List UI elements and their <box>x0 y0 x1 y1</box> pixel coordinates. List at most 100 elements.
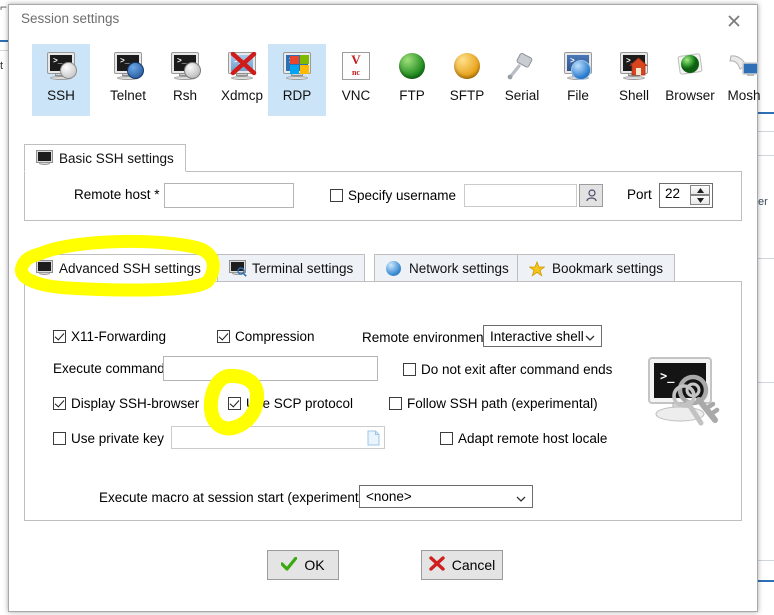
x11-forwarding-label: X11-Forwarding <box>71 329 167 344</box>
cancel-label: Cancel <box>451 557 496 573</box>
tab-network-settings[interactable]: Network settings <box>374 254 521 282</box>
tab-bookmark-settings[interactable]: Bookmark settings <box>517 254 676 282</box>
tab-label: Terminal settings <box>252 261 354 276</box>
remote-host-label: Remote host * <box>74 187 160 202</box>
port-spinner[interactable]: 22 <box>659 183 713 208</box>
bg-divider-1 <box>758 131 774 132</box>
remote-environment-value: Interactive shell <box>490 328 584 344</box>
checkbox-box <box>53 330 66 343</box>
protocol-serial[interactable]: Serial <box>492 44 552 116</box>
protocol-label: SFTP <box>449 88 485 103</box>
macro-value: <none> <box>366 489 412 504</box>
use-scp-protocol-label: Use SCP protocol <box>246 396 354 411</box>
port-up-button[interactable] <box>690 185 710 195</box>
tab-advanced-ssh-settings[interactable]: Advanced SSH settings <box>24 254 213 282</box>
remote-environment-select[interactable]: Interactive shell <box>483 325 602 347</box>
checkbox-box <box>330 189 343 202</box>
protocol-label: Rsh <box>172 88 197 103</box>
bg-left-divider <box>0 50 8 51</box>
globe-icon <box>386 261 403 276</box>
tab-basic-ssh-settings[interactable]: Basic SSH settings <box>24 144 186 172</box>
protocol-mosh[interactable]: Mosh <box>714 44 774 116</box>
protocol-label: Mosh <box>727 88 761 103</box>
protocol-telnet[interactable]: Telnet <box>98 44 158 116</box>
x11-forwarding-checkbox[interactable]: X11-Forwarding <box>53 329 166 344</box>
specify-username-checkbox[interactable]: Specify username <box>330 188 456 203</box>
session-settings-dialog: Session settings SSH Telnet <box>8 4 761 612</box>
use-scp-protocol-checkbox[interactable]: Use SCP protocol <box>228 396 353 411</box>
port-down-button[interactable] <box>690 195 710 205</box>
checkbox-box <box>389 397 402 410</box>
protocol-label: Browser <box>665 88 715 103</box>
cancel-button[interactable]: Cancel <box>421 550 503 580</box>
bg-divider-4 <box>758 382 774 383</box>
file-browse-icon[interactable] <box>367 430 380 449</box>
mosh-satellite-icon <box>714 44 774 88</box>
tab-label: Network settings <box>409 261 509 276</box>
tab-label: Basic SSH settings <box>59 150 174 166</box>
protocol-browser[interactable]: Browser <box>660 44 720 116</box>
execute-command-label: Execute command <box>53 361 165 376</box>
advanced-ssh-panel: X11-Forwarding Compression Remote enviro… <box>24 281 742 521</box>
green-check-icon <box>280 555 298 574</box>
protocol-ftp[interactable]: FTP <box>382 44 442 116</box>
tab-label: Bookmark settings <box>552 261 664 276</box>
serial-plug-icon <box>492 44 552 88</box>
checkbox-box <box>53 432 66 445</box>
private-key-input[interactable] <box>171 426 385 449</box>
follow-ssh-path-label: Follow SSH path (experimental) <box>407 396 598 411</box>
tab-terminal-settings[interactable]: Terminal settings <box>217 254 366 282</box>
protocol-ssh[interactable]: SSH <box>32 44 90 116</box>
telnet-monitor-icon <box>98 44 158 88</box>
bg-divider-3 <box>758 258 774 259</box>
execute-command-input[interactable] <box>163 356 378 381</box>
bg-text-left-1: ⌐ <box>0 0 8 14</box>
shell-house-icon <box>604 44 664 88</box>
rsh-monitor-icon <box>155 44 215 88</box>
star-icon <box>528 260 546 277</box>
follow-ssh-path-checkbox[interactable]: Follow SSH path (experimental) <box>389 396 598 411</box>
macro-select[interactable]: <none> <box>359 485 533 508</box>
remote-environment-label: Remote environment <box>362 330 488 345</box>
display-ssh-browser-checkbox[interactable]: Display SSH-browser <box>53 396 199 411</box>
chevron-down-icon <box>516 492 526 502</box>
svg-text:>_: >_ <box>660 369 675 384</box>
bg-text-fragment: er <box>758 196 768 208</box>
protocol-sftp[interactable]: SFTP <box>437 44 497 116</box>
adapt-remote-host-locale-checkbox[interactable]: Adapt remote host locale <box>440 431 607 446</box>
do-not-exit-label: Do not exit after command ends <box>421 362 613 377</box>
macro-label: Execute macro at session start (experime… <box>99 490 378 505</box>
compression-checkbox[interactable]: Compression <box>217 329 315 344</box>
protocol-label: VNC <box>341 88 371 103</box>
bg-accent-line-2 <box>758 580 774 582</box>
ok-label: OK <box>304 557 325 573</box>
use-private-key-checkbox[interactable]: Use private key <box>53 431 164 446</box>
checkbox-box <box>403 363 416 376</box>
remote-host-input[interactable] <box>164 183 294 208</box>
username-input[interactable] <box>464 184 577 207</box>
dialog-titlebar[interactable]: Session settings <box>9 5 757 35</box>
protocol-label: Shell <box>618 88 650 103</box>
protocol-rdp[interactable]: RDP <box>268 44 326 116</box>
protocol-file[interactable]: File <box>548 44 608 116</box>
close-icon[interactable] <box>719 10 749 32</box>
checkbox-box <box>228 397 241 410</box>
user-picker-icon[interactable] <box>579 184 603 207</box>
bg-text-left-2: t <box>0 60 4 72</box>
checkbox-box <box>217 330 230 343</box>
protocol-rsh[interactable]: Rsh <box>155 44 215 116</box>
display-ssh-browser-label: Display SSH-browser <box>71 396 200 411</box>
protocol-label: SSH <box>47 88 75 103</box>
protocol-label: Telnet <box>109 88 147 103</box>
file-globe-icon <box>548 44 608 88</box>
ok-button[interactable]: OK <box>267 550 339 580</box>
protocol-shell[interactable]: Shell <box>604 44 664 116</box>
rdp-windows-icon <box>268 44 326 88</box>
do-not-exit-checkbox[interactable]: Do not exit after command ends <box>403 362 612 377</box>
settings-tabstrip: Advanced SSH settings Terminal settings … <box>24 254 742 282</box>
monitor-icon <box>36 260 53 276</box>
protocol-xdmcp[interactable]: Xdmcp <box>212 44 272 116</box>
protocol-label: Xdmcp <box>220 88 264 103</box>
protocol-vnc[interactable]: Vnc VNC <box>326 44 386 116</box>
protocol-label: FTP <box>399 88 425 103</box>
